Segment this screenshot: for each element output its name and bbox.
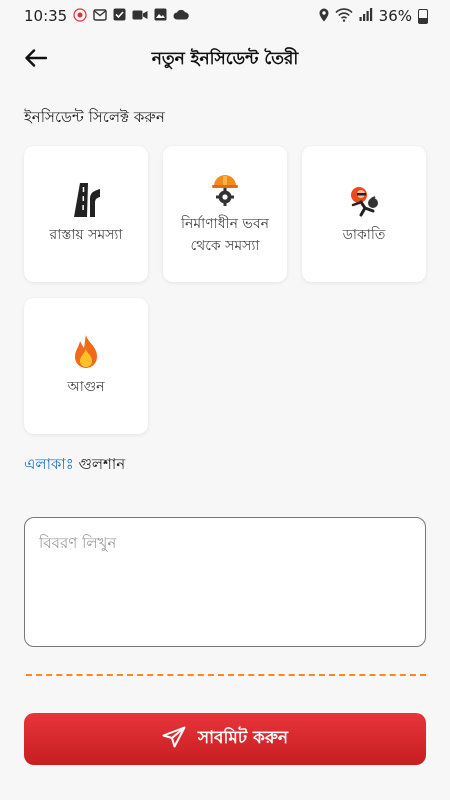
dashed-divider: [26, 674, 426, 676]
signal-icon: [359, 8, 373, 24]
area-label: এলাকাঃ: [24, 455, 74, 473]
arrow-left-icon: [25, 49, 48, 71]
battery-percent: 36%: [378, 7, 412, 25]
send-icon: [162, 726, 186, 753]
incident-card-label: নির্মাণাধীন ভবন থেকে সমস্যা: [181, 216, 269, 254]
gmail-icon: [93, 8, 107, 24]
status-left: 10:35: [24, 7, 189, 25]
status-bar: 10:35 36%: [0, 0, 450, 32]
road-icon: [68, 182, 104, 218]
robber-icon: [346, 182, 382, 218]
image-icon: [154, 8, 167, 24]
submit-label: সাবমিট করুন: [197, 728, 289, 748]
incident-card-robbery[interactable]: ডাকাতি: [302, 146, 426, 282]
section-label: ইনসিডেন্ট সিলেক্ট করুন: [24, 108, 165, 126]
page-title: নতুন ইনসিডেন্ট তৈরী: [151, 49, 299, 69]
video-icon: [132, 9, 148, 24]
submit-button[interactable]: সাবমিট করুন: [24, 713, 426, 765]
back-button[interactable]: [20, 44, 52, 76]
wifi-icon: [335, 7, 353, 25]
cloud-icon: [173, 9, 189, 23]
area-value: গুলশান: [78, 455, 126, 473]
description-input[interactable]: [24, 517, 426, 647]
incident-card-fire[interactable]: আগুন: [24, 298, 148, 434]
fire-icon: [68, 334, 104, 370]
status-right: 36%: [319, 7, 428, 25]
incident-card-label: আগুন: [67, 379, 105, 395]
app-icon: [73, 7, 87, 25]
location-icon: [319, 8, 329, 25]
battery-icon: [418, 8, 428, 24]
incident-card-label: রাস্তায় সমস্যা: [49, 227, 123, 243]
incident-card-construction[interactable]: নির্মাণাধীন ভবন থেকে সমস্যা: [163, 146, 287, 282]
check-icon: [113, 8, 126, 24]
status-time: 10:35: [24, 7, 68, 25]
area-row: এলাকাঃ গুলশান: [24, 453, 125, 478]
app-header: নতুন ইনসিডেন্ট তৈরী: [0, 40, 450, 80]
incident-card-road[interactable]: রাস্তায় সমস্যা: [24, 146, 148, 282]
construction-helmet-icon: [207, 171, 243, 207]
incident-card-label: ডাকাতি: [342, 227, 386, 243]
